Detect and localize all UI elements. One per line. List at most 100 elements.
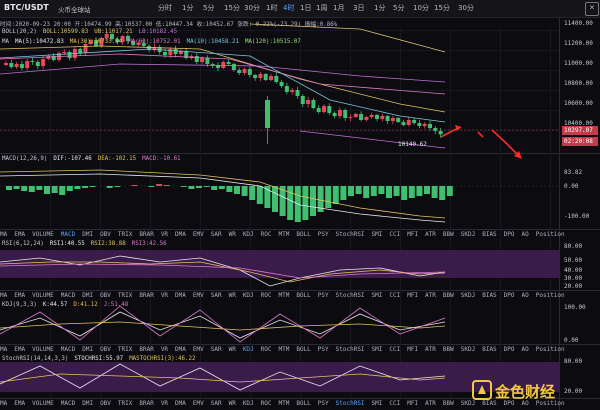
indicator-tab-ao[interactable]: AO [522,292,529,299]
indicator-tab-smi[interactable]: SMI [372,292,383,299]
indicator-tab-skdj[interactable]: SKDJ [461,400,475,407]
indicator-tab-obv[interactable]: OBV [100,231,111,238]
indicator-tab-emv[interactable]: EMV [193,400,204,407]
indicator-tab-smi[interactable]: SMI [372,400,383,407]
indicator-tab-dmi[interactable]: DMI [82,400,93,407]
indicator-tab-mfi[interactable]: MFI [407,346,418,353]
indicator-tab-stochrsi[interactable]: StochRSI [336,346,365,353]
indicator-tab-atr[interactable]: ATR [425,292,436,299]
indicator-tab-brar[interactable]: BRAR [139,231,153,238]
indicator-tab-ma[interactable]: MA [0,400,7,407]
indicator-tab-atr[interactable]: ATR [425,400,436,407]
indicator-tab-mfi[interactable]: MFI [407,231,418,238]
indicator-tab-brar[interactable]: BRAR [139,346,153,353]
indicator-tab-volume[interactable]: VOLUME [32,231,54,238]
indicator-tab-bbw[interactable]: BBW [443,292,454,299]
indicator-tab-skdj[interactable]: SKDJ [461,231,475,238]
indicator-tab-wr[interactable]: WR [229,400,236,407]
indicator-tab-dma[interactable]: DMA [175,231,186,238]
indicator-tab-ma[interactable]: MA [0,292,7,299]
indicator-tab-macd[interactable]: MACD [61,400,75,407]
indicator-tab-mfi[interactable]: MFI [407,292,418,299]
indicator-tab-bias[interactable]: BIAS [482,346,496,353]
indicator-tab-sar[interactable]: SAR [211,346,222,353]
indicator-tab-mtm[interactable]: MTM [279,292,290,299]
indicator-tab-kdj[interactable]: KDJ [243,346,254,353]
indicator-tab-atr[interactable]: ATR [425,346,436,353]
indicator-tab-macd[interactable]: MACD [61,231,75,238]
indicator-tab-obv[interactable]: OBV [100,346,111,353]
indicator-tab-sar[interactable]: SAR [211,292,222,299]
indicator-tab-roc[interactable]: ROC [261,292,272,299]
indicator-tab-wr[interactable]: WR [229,292,236,299]
indicator-tab-smi[interactable]: SMI [372,346,383,353]
indicator-tab-position[interactable]: Position [536,231,565,238]
indicator-tab-ema[interactable]: EMA [14,400,25,407]
indicator-tab-bbw[interactable]: BBW [443,346,454,353]
indicator-tab-trix[interactable]: TRIX [118,231,132,238]
indicator-tab-trix[interactable]: TRIX [118,292,132,299]
indicator-tab-mtm[interactable]: MTM [279,400,290,407]
indicator-tab-bias[interactable]: BIAS [482,231,496,238]
indicator-tab-cci[interactable]: CCI [389,400,400,407]
indicator-tab-ema[interactable]: EMA [14,292,25,299]
indicator-tab-volume[interactable]: VOLUME [32,292,54,299]
indicator-tab-psy[interactable]: PSY [318,292,329,299]
indicator-tab-sar[interactable]: SAR [211,400,222,407]
indicator-tab-dpo[interactable]: DPO [504,346,515,353]
indicator-tab-ma[interactable]: MA [0,346,7,353]
indicator-tab-roc[interactable]: ROC [261,400,272,407]
indicator-tab-cci[interactable]: CCI [389,292,400,299]
indicator-tab-roc[interactable]: ROC [261,346,272,353]
indicator-tab-ma[interactable]: MA [0,231,7,238]
indicator-tab-boll[interactable]: BOLL [296,400,310,407]
indicator-tab-dma[interactable]: DMA [175,346,186,353]
indicator-tab-bbw[interactable]: BBW [443,231,454,238]
indicator-tab-ao[interactable]: AO [522,346,529,353]
indicator-tab-kdj[interactable]: KDJ [243,231,254,238]
indicator-tab-position[interactable]: Position [536,292,565,299]
indicator-tab-bias[interactable]: BIAS [482,292,496,299]
indicator-tab-cci[interactable]: CCI [389,346,400,353]
indicator-tab-dma[interactable]: DMA [175,400,186,407]
indicator-tab-dpo[interactable]: DPO [504,231,515,238]
indicator-tab-atr[interactable]: ATR [425,231,436,238]
indicator-tab-dmi[interactable]: DMI [82,231,93,238]
indicator-tab-trix[interactable]: TRIX [118,400,132,407]
indicator-tab-psy[interactable]: PSY [318,231,329,238]
indicator-tab-sar[interactable]: SAR [211,231,222,238]
indicator-tab-roc[interactable]: ROC [261,231,272,238]
indicator-tab-vr[interactable]: VR [161,346,168,353]
indicator-tab-emv[interactable]: EMV [193,231,204,238]
indicator-tab-ema[interactable]: EMA [14,346,25,353]
indicator-tab-mtm[interactable]: MTM [279,346,290,353]
indicator-tab-bbw[interactable]: BBW [443,400,454,407]
indicator-tab-emv[interactable]: EMV [193,346,204,353]
indicator-tab-wr[interactable]: WR [229,346,236,353]
indicator-tab-dpo[interactable]: DPO [504,292,515,299]
indicator-tab-trix[interactable]: TRIX [118,346,132,353]
indicator-tab-macd[interactable]: MACD [61,346,75,353]
indicator-tab-mtm[interactable]: MTM [279,231,290,238]
indicator-tab-boll[interactable]: BOLL [296,292,310,299]
indicator-tab-brar[interactable]: BRAR [139,400,153,407]
indicator-tab-skdj[interactable]: SKDJ [461,346,475,353]
indicator-tab-emv[interactable]: EMV [193,292,204,299]
indicator-tab-psy[interactable]: PSY [318,346,329,353]
indicator-tab-boll[interactable]: BOLL [296,346,310,353]
indicator-tab-vr[interactable]: VR [161,400,168,407]
indicator-tab-boll[interactable]: BOLL [296,231,310,238]
indicator-tab-smi[interactable]: SMI [372,231,383,238]
indicator-tab-vr[interactable]: VR [161,231,168,238]
indicator-tab-ao[interactable]: AO [522,231,529,238]
indicator-tab-cci[interactable]: CCI [389,231,400,238]
indicator-tab-position[interactable]: Position [536,346,565,353]
indicator-tab-dmi[interactable]: DMI [82,346,93,353]
indicator-tab-vr[interactable]: VR [161,292,168,299]
indicator-tab-stochrsi[interactable]: StochRSI [336,292,365,299]
indicator-tab-obv[interactable]: OBV [100,292,111,299]
indicator-tab-wr[interactable]: WR [229,231,236,238]
indicator-tab-macd[interactable]: MACD [61,292,75,299]
indicator-tab-kdj[interactable]: KDJ [243,292,254,299]
indicator-tab-dmi[interactable]: DMI [82,292,93,299]
